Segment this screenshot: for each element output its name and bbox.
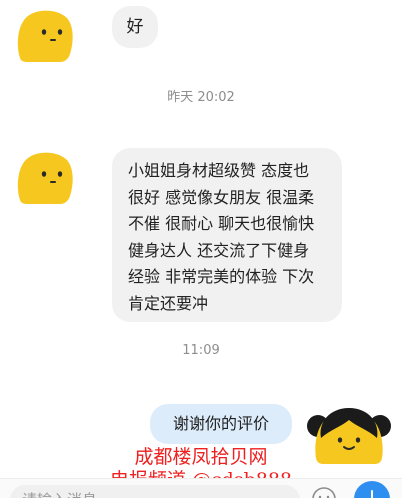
- chat-view: 好 昨天 20:02 小姐姐身材超级赞 态度也 很好 感觉像女朋友 很温柔 不催…: [0, 0, 402, 498]
- contact-avatar[interactable]: [14, 148, 78, 206]
- incoming-message-bubble[interactable]: 好: [112, 6, 158, 48]
- message-line: 经验 非常完美的体验 下次: [128, 267, 315, 286]
- avatar-blob-shape: [17, 152, 73, 204]
- message-text: 好: [126, 17, 144, 37]
- avatar-eye-right: [57, 171, 63, 177]
- outgoing-message-bubble[interactable]: 谢谢你的评价: [150, 404, 292, 444]
- avatar-eye-left: [337, 437, 343, 443]
- watermark-line: 成都楼凤拾贝网: [134, 446, 268, 468]
- avatar-eye-left: [41, 171, 47, 177]
- message-line: 健身达人 还交流了下健身: [128, 240, 310, 260]
- message-line: 很好 感觉像女朋友 很温柔: [128, 187, 315, 207]
- avatar-mouth: [50, 39, 56, 41]
- smiley-icon[interactable]: [310, 485, 338, 498]
- message-text: 谢谢你的评价: [172, 414, 269, 433]
- message-line: 肯定还要冲: [128, 293, 209, 313]
- avatar-blob-shape: [17, 10, 73, 62]
- timestamp: 昨天 20:02: [167, 90, 235, 105]
- message-line: 小姐姐身材超级赞 态度也: [128, 161, 310, 180]
- avatar-mouth: [50, 181, 56, 183]
- contact-avatar[interactable]: [14, 6, 78, 64]
- plus-icon[interactable]: [354, 481, 390, 498]
- message-input-bar: [0, 478, 402, 498]
- avatar-eye-right: [57, 29, 63, 35]
- incoming-message-bubble[interactable]: 小姐姐身材超级赞 态度也 很好 感觉像女朋友 很温柔 不催 很耐心 聊天也很愉快…: [112, 148, 342, 322]
- timestamp: 11:09: [182, 343, 220, 358]
- message-input[interactable]: [10, 485, 300, 498]
- avatar-eye-left: [41, 29, 47, 35]
- avatar-eye-right: [355, 437, 361, 443]
- message-line: 不催 很耐心 聊天也很愉快: [128, 214, 315, 233]
